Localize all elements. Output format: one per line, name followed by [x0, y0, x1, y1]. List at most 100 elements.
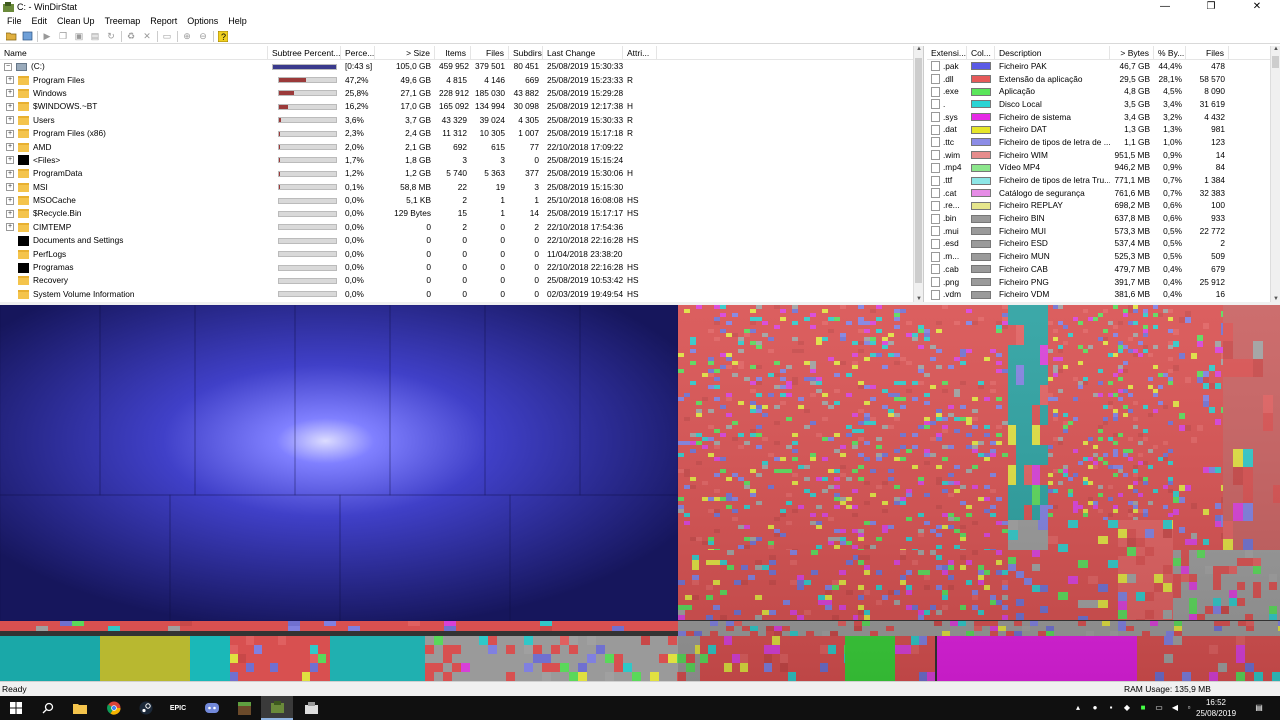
extension-row[interactable]: .vdm Ficheiro VDM 381,6 MB 0,4% 16 [927, 288, 1280, 301]
col-bytes[interactable]: > Bytes [1110, 46, 1154, 60]
expand-toggle-icon[interactable]: + [6, 209, 14, 218]
tree-row[interactable]: + MSOCache 0,0% 5,1 KB 2 1 1 25/10/2018 16:08:0… [0, 194, 923, 207]
tree-scrollbar[interactable]: ▲ ▼ [913, 46, 923, 302]
expand-toggle-icon[interactable]: + [6, 169, 14, 178]
tree-row[interactable]: Programas 0,0% 0 0 0 0 22/10/2018 22:16:28 HS [0, 261, 923, 274]
col-attributes[interactable]: Attri... [623, 46, 657, 60]
extension-row[interactable]: .bin Ficheiro BIN 637,8 MB 0,6% 933 [927, 212, 1280, 225]
col-percentage[interactable]: Perce... [341, 46, 375, 60]
col-name[interactable]: Name [0, 46, 268, 60]
command-prompt-icon[interactable]: ▤ [89, 30, 101, 42]
help-icon[interactable]: ? [217, 30, 229, 42]
scroll-thumb[interactable] [915, 58, 922, 283]
menu-edit[interactable]: Edit [27, 15, 53, 28]
extension-row[interactable]: .wim Ficheiro WIM 951,5 MB 0,9% 14 [927, 149, 1280, 162]
extension-row[interactable]: .mui Ficheiro MUI 573,3 MB 0,5% 22 772 [927, 225, 1280, 238]
expand-toggle-icon[interactable]: − [4, 62, 12, 71]
col-size[interactable]: > Size [375, 46, 435, 60]
extension-row[interactable]: .dll Extensão da aplicação 29,5 GB 28,1% 58 … [927, 73, 1280, 86]
treemap-canvas[interactable] [0, 305, 1280, 681]
tree-row[interactable]: + Program Files 47,2% 49,6 GB 4 815 4 146 669 2… [0, 73, 923, 86]
col-items[interactable]: Items [435, 46, 471, 60]
menu-report[interactable]: Report [145, 15, 182, 28]
tree-row[interactable]: + $WINDOWS.~BT 16,2% 17,0 GB 165 092 134 994 3… [0, 100, 923, 113]
extension-row[interactable]: .png Ficheiro PNG 391,7 MB 0,4% 25 912 [927, 276, 1280, 289]
new-folder-icon[interactable]: ▭ [161, 30, 173, 42]
expand-toggle-icon[interactable]: + [6, 143, 14, 152]
extension-row[interactable]: .exe Aplicação 4,8 GB 4,5% 8 090 [927, 85, 1280, 98]
extension-row[interactable]: .sys Ficheiro de sistema 3,4 GB 3,2% 4 432 [927, 111, 1280, 124]
menu-file[interactable]: File [2, 15, 27, 28]
expand-toggle-icon[interactable]: + [6, 102, 14, 111]
refresh-selected-icon[interactable]: ↻ [105, 30, 117, 42]
bytes-cell: 771,1 MB [1114, 175, 1150, 186]
menu-help[interactable]: Help [223, 15, 252, 28]
tree-row[interactable]: + MSI 0,1% 58,8 MB 22 19 3 25/08/2019 15:15:30 [0, 181, 923, 194]
expand-toggle-icon[interactable]: + [6, 89, 14, 98]
directory-tree-panel[interactable]: Name Subtree Percent... Perce... > Size … [0, 46, 924, 302]
col-percent-bytes[interactable]: % By... [1154, 46, 1186, 60]
extension-row[interactable]: .re... Ficheiro REPLAY 698,2 MB 0,6% 100 [927, 200, 1280, 213]
expand-toggle-icon[interactable]: + [6, 196, 14, 205]
extension-row[interactable]: .dat Ficheiro DAT 1,3 GB 1,3% 981 [927, 123, 1280, 136]
tree-row[interactable]: System Volume Information 0,0% 0 0 0 0 02/03/2… [0, 288, 923, 301]
extension-row[interactable]: . Disco Local 3,5 GB 3,4% 31 619 [927, 98, 1280, 111]
refresh-icon[interactable] [21, 30, 33, 42]
expand-toggle-icon[interactable]: + [6, 76, 14, 85]
expand-toggle-icon[interactable]: + [6, 156, 14, 165]
col-description[interactable]: Description [995, 46, 1110, 60]
scroll-up-icon[interactable]: ▲ [914, 46, 923, 52]
extension-row[interactable]: .ttc Ficheiro de tipos de letra de ... 1,1… [927, 136, 1280, 149]
col-ext-files[interactable]: Files [1186, 46, 1229, 60]
scroll-thumb[interactable] [1272, 56, 1279, 68]
tree-row[interactable]: Recovery 0,0% 0 0 0 0 25/08/2019 10:53:42 HS [0, 274, 923, 287]
scroll-up-icon[interactable]: ▲ [1271, 46, 1280, 52]
col-last-change[interactable]: Last Change [543, 46, 623, 60]
tree-row[interactable]: + Windows 25,8% 27,1 GB 228 912 185 030 43 882… [0, 87, 923, 100]
explorer-icon[interactable]: ▣ [73, 30, 85, 42]
expand-toggle-icon[interactable]: + [6, 223, 14, 232]
extension-scrollbar[interactable]: ▲ ▼ [1270, 46, 1280, 302]
extension-row[interactable]: .esd Ficheiro ESD 537,4 MB 0,5% 2 [927, 238, 1280, 251]
delete-icon[interactable]: ✕ [141, 30, 153, 42]
zoom-in-icon[interactable]: ⊕ [181, 30, 193, 42]
treemap[interactable] [0, 305, 1280, 681]
extension-row[interactable]: .cat Catálogo de segurança 761,6 MB 0,7% 32 … [927, 187, 1280, 200]
tree-row[interactable]: + Users 3,6% 3,7 GB 43 329 39 024 4 305 25/08/2… [0, 114, 923, 127]
tree-row[interactable]: + ProgramData 1,2% 1,2 GB 5 740 5 363 377 25/08… [0, 167, 923, 180]
treemap-pak-block[interactable] [0, 305, 678, 621]
open-icon[interactable] [5, 30, 17, 42]
minimize-button[interactable]: — [1142, 0, 1188, 15]
run-icon[interactable]: ▶ [41, 30, 53, 42]
extension-list-panel[interactable]: Extensi... Col... Description > Bytes % … [927, 46, 1280, 302]
tree-row[interactable]: + Program Files (x86) 2,3% 2,4 GB 11 312 10 3… [0, 127, 923, 140]
menu-options[interactable]: Options [182, 15, 223, 28]
menu-treemap[interactable]: Treemap [100, 15, 146, 28]
expand-toggle-icon[interactable]: + [6, 129, 14, 138]
copy-path-icon[interactable]: ❐ [57, 30, 69, 42]
col-extension[interactable]: Extensi... [927, 46, 967, 60]
zoom-out-icon[interactable]: ⊖ [197, 30, 209, 42]
tree-row[interactable]: − (C:) [0:43 s] 105,0 GB 459 952 379 501 80 45… [0, 60, 923, 73]
extension-row[interactable]: .mp4 Vídeo MP4 946,2 MB 0,9% 84 [927, 162, 1280, 175]
recycle-icon[interactable]: ♻ [125, 30, 137, 42]
expand-toggle-icon[interactable]: + [6, 116, 14, 125]
extension-row[interactable]: .pak Ficheiro PAK 46,7 GB 44,4% 478 [927, 60, 1280, 73]
menu-clean-up[interactable]: Clean Up [52, 15, 100, 28]
tree-row[interactable]: + <Files> 1,7% 1,8 GB 3 3 0 25/08/2019 15:15:24 [0, 154, 923, 167]
col-subtree-percent[interactable]: Subtree Percent... [268, 46, 341, 60]
extension-row[interactable]: .m... Ficheiro MUN 525,3 MB 0,5% 509 [927, 250, 1280, 263]
col-files[interactable]: Files [471, 46, 509, 60]
expand-toggle-icon[interactable]: + [6, 183, 14, 192]
close-button[interactable]: ✕ [1234, 0, 1280, 15]
tree-row[interactable]: + CIMTEMP 0,0% 0 2 0 2 22/10/2018 17:54:36 [0, 221, 923, 234]
tree-row[interactable]: + AMD 2,0% 2,1 GB 692 615 77 22/10/2018 17:09:2… [0, 140, 923, 153]
col-subdirs[interactable]: Subdirs [509, 46, 543, 60]
tree-row[interactable]: + $Recycle.Bin 0,0% 129 Bytes 15 1 14 25/08/201… [0, 207, 923, 220]
tree-row[interactable]: PerfLogs 0,0% 0 0 0 0 11/04/2018 23:38:20 [0, 247, 923, 260]
extension-row[interactable]: .ttf Ficheiro de tipos de letra Tru... 771… [927, 174, 1280, 187]
maximize-button[interactable]: ❐ [1188, 0, 1234, 15]
col-color[interactable]: Col... [967, 46, 995, 60]
tree-row[interactable]: Documents and Settings 0,0% 0 0 0 0 22/10/2018… [0, 234, 923, 247]
extension-row[interactable]: .cab Ficheiro CAB 479,7 MB 0,4% 679 [927, 263, 1280, 276]
